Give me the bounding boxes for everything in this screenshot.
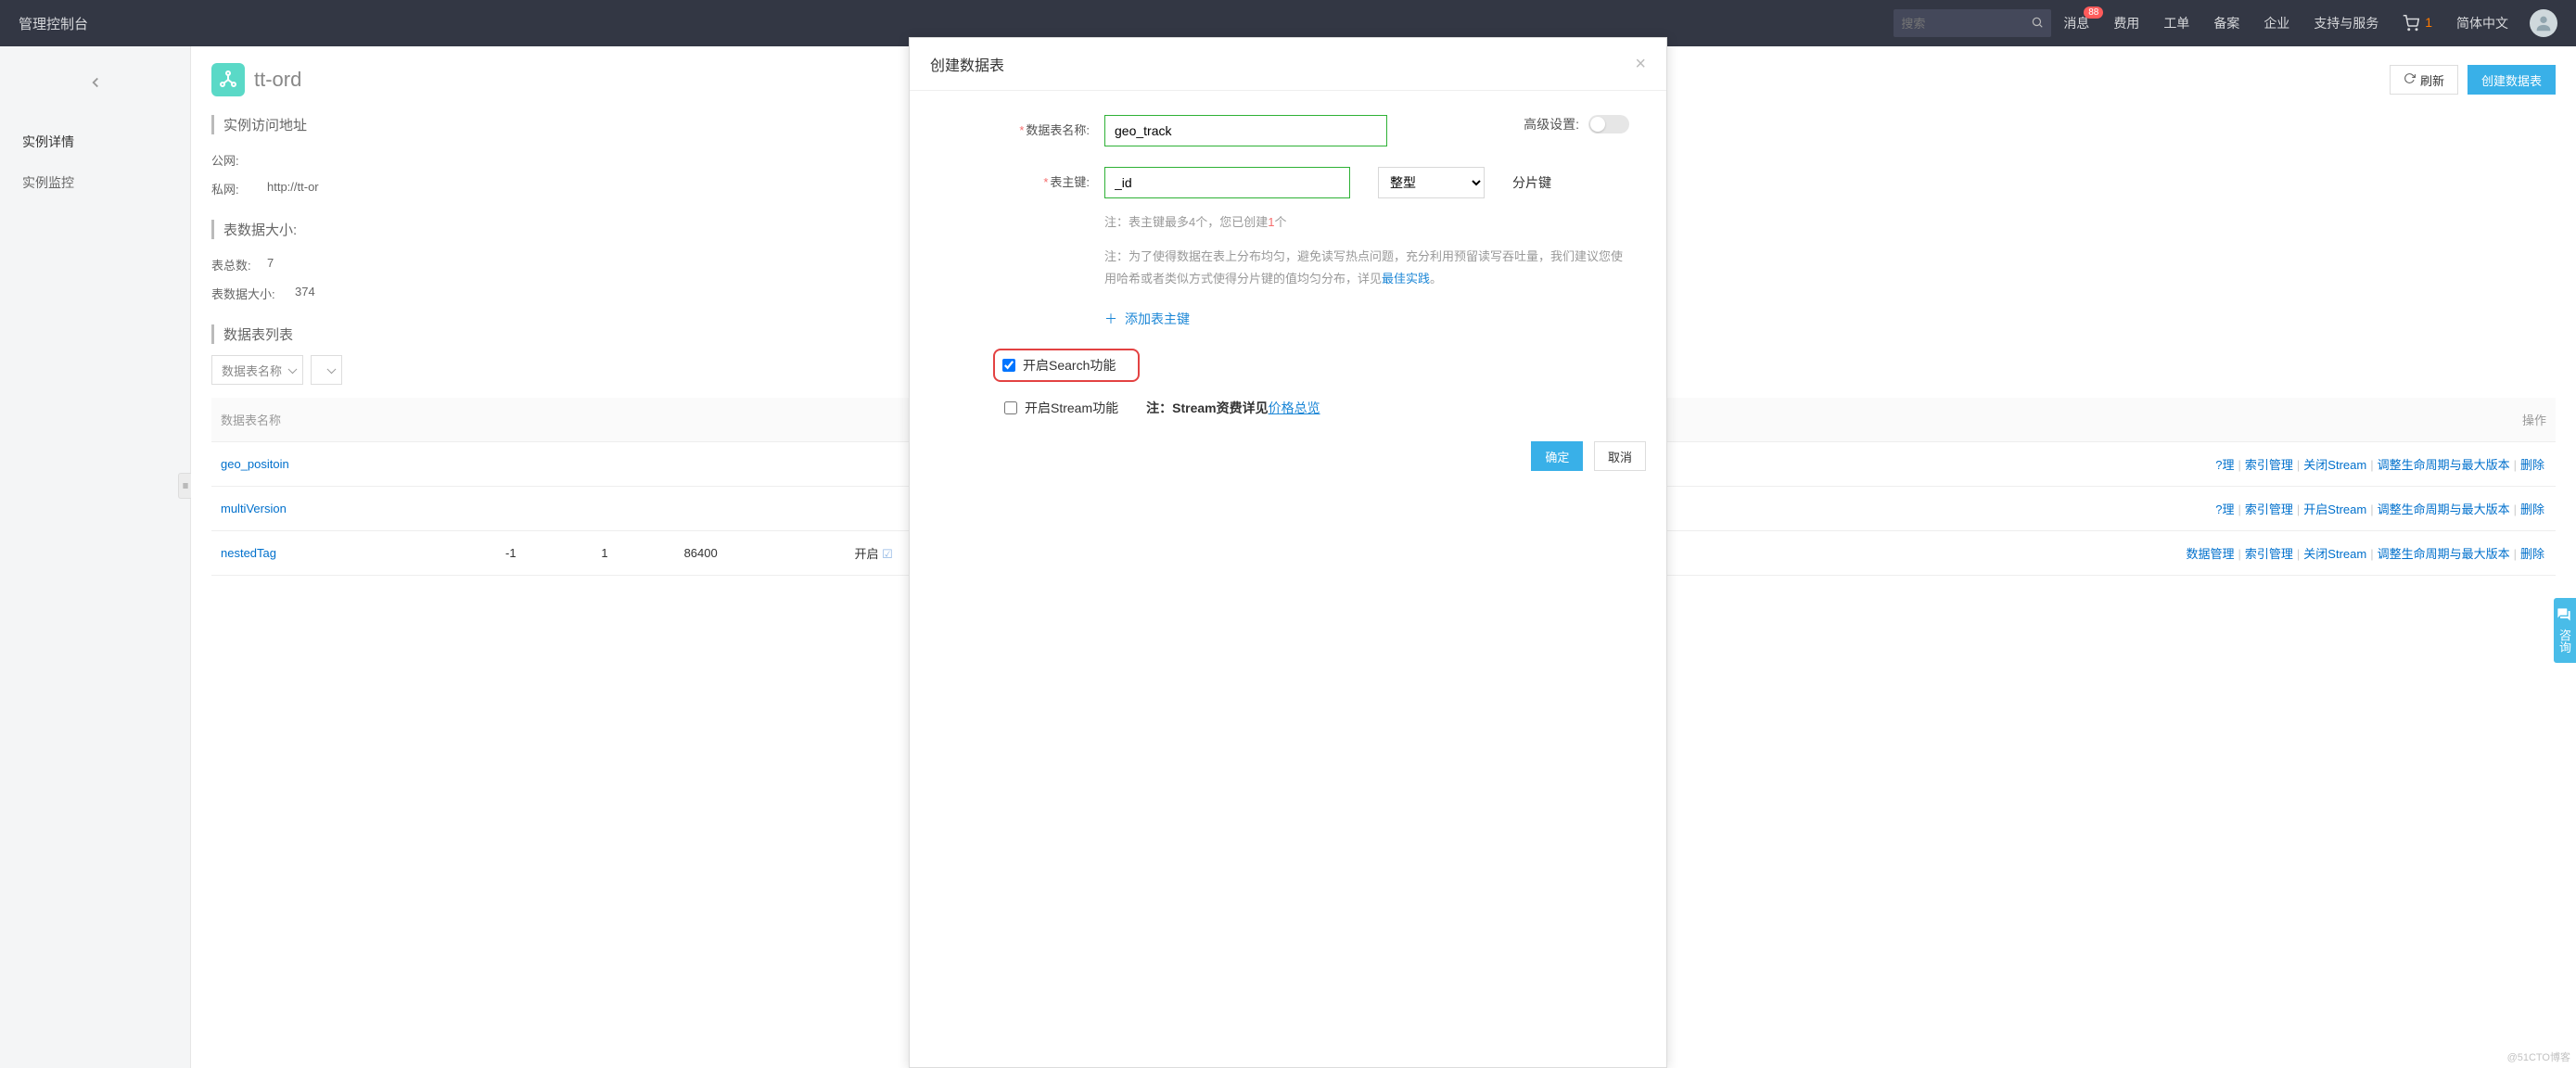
plus-icon: ＋ [1104, 310, 1117, 328]
stream-note: 注：Stream资费详见价格总览 [1146, 399, 1320, 417]
create-table-modal: 创建数据表 × *数据表名称: 高级设置: *表主键: 整型 分片键 [909, 37, 1667, 1068]
cancel-button[interactable]: 取消 [1594, 441, 1646, 471]
enable-stream-checkbox[interactable]: 开启Stream功能 [1004, 399, 1118, 417]
close-icon[interactable]: × [1635, 54, 1646, 75]
modal-overlay: 创建数据表 × *数据表名称: 高级设置: *表主键: 整型 分片键 [0, 0, 2576, 1068]
watermark: @51CTO博客 [2507, 1049, 2570, 1064]
pk-name-input[interactable] [1104, 167, 1350, 198]
enable-search-checkbox[interactable]: 开启Search功能 [1002, 356, 1116, 375]
confirm-button[interactable]: 确定 [1531, 441, 1583, 471]
table-name-label: 数据表名称: [1026, 123, 1090, 137]
add-pk-button[interactable]: ＋添加表主键 [1104, 310, 1190, 328]
enable-search-highlight: 开启Search功能 [993, 349, 1140, 382]
shard-key-label: 分片键 [1512, 173, 1551, 192]
table-name-input[interactable] [1104, 115, 1387, 146]
advanced-toggle[interactable] [1588, 115, 1629, 134]
pk-hint-2: 注：为了使得数据在表上分布均匀，避免读写热点问题，充分利用预留读写吞吐量，我们建… [1104, 246, 1629, 289]
modal-title: 创建数据表 [930, 53, 1004, 75]
pk-label: 表主键: [1050, 175, 1090, 189]
advanced-label: 高级设置: [1524, 115, 1579, 134]
pk-type-select[interactable]: 整型 [1378, 167, 1485, 198]
pk-hint-1: 注：表主键最多4个，您已创建1个 [1104, 211, 1629, 233]
best-practice-link[interactable]: 最佳实践 [1382, 272, 1430, 286]
help-tab[interactable]: 咨询 [2554, 598, 2576, 663]
price-link[interactable]: 价格总览 [1269, 400, 1320, 415]
